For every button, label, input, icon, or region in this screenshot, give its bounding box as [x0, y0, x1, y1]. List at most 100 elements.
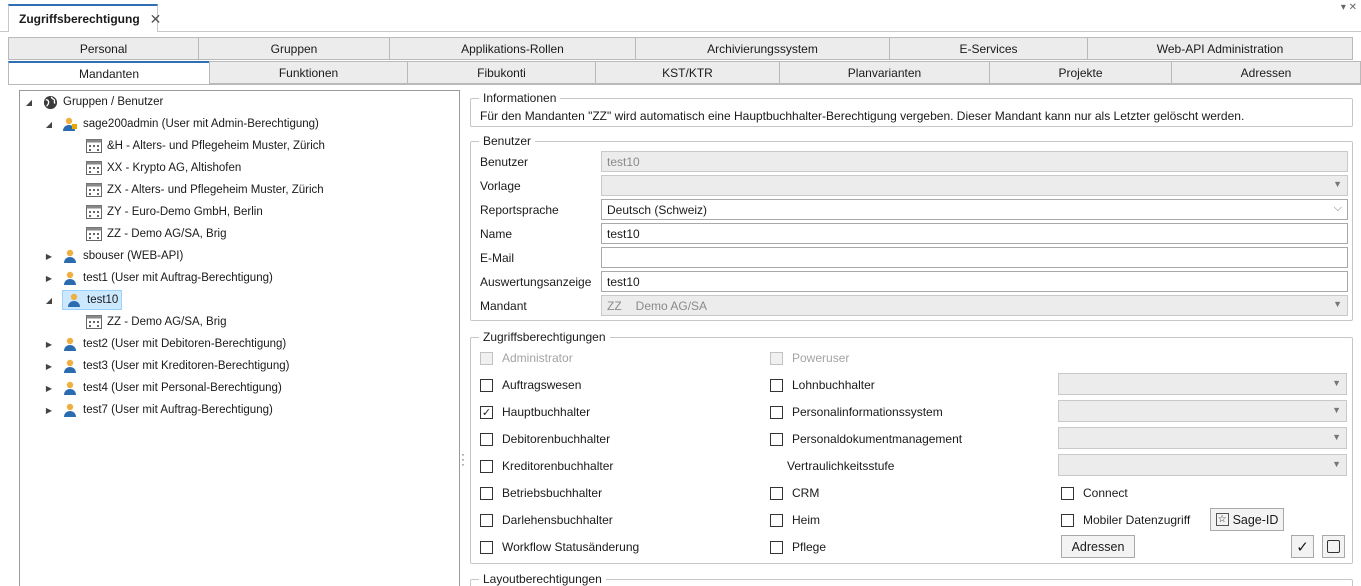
tab-archivierungssystem[interactable]: Archivierungssystem — [635, 37, 889, 60]
checkbox-box[interactable] — [480, 459, 493, 473]
reportsprache-select[interactable]: Deutsch (Schweiz) ⌵ — [601, 199, 1348, 220]
checkbox-label: Workflow Statusänderung — [502, 540, 640, 554]
tree-root[interactable]: ◢ Gruppen / Benutzer — [24, 91, 163, 113]
darlehensbuchhalter-checkbox[interactable]: Darlehensbuchhalter — [480, 511, 613, 529]
expand-arrow-icon[interactable]: ▶ — [44, 274, 54, 283]
tab-mandanten[interactable]: Mandanten — [8, 61, 209, 84]
crm-checkbox[interactable]: CRM — [770, 484, 819, 502]
check-icon: ✓ — [1296, 538, 1309, 556]
dropdown-arrow-icon: ▼ — [1333, 299, 1342, 309]
chevron-down-icon[interactable]: ⌵ — [1334, 202, 1342, 215]
tab-gruppen[interactable]: Gruppen — [198, 37, 389, 60]
tab-fibukonti[interactable]: Fibukonti — [407, 61, 595, 84]
connect-checkbox[interactable]: Connect — [1061, 484, 1128, 502]
tree-label: ZZ - Demo AG/SA, Brig — [107, 228, 227, 240]
expand-arrow-icon[interactable]: ▶ — [44, 384, 54, 393]
checkbox-box[interactable] — [770, 378, 783, 392]
user-icon — [62, 270, 78, 286]
globe-icon — [42, 94, 58, 110]
checkbox-box[interactable] — [770, 432, 783, 446]
chevron-down-icon[interactable]: ▾ ✕ — [1341, 2, 1357, 13]
debitorenbuchhalter-checkbox[interactable]: Debitorenbuchhalter — [480, 430, 610, 448]
tab-adressen[interactable]: Adressen — [1171, 61, 1361, 84]
tab-kst-ktr[interactable]: KST/KTR — [595, 61, 779, 84]
tab-funktionen[interactable]: Funktionen — [209, 61, 407, 84]
tab-applikations-rollen[interactable]: Applikations-Rollen — [389, 37, 635, 60]
tree-mandant[interactable]: ▸ ZX - Alters- und Pflegeheim Muster, Zü… — [68, 179, 324, 201]
expand-arrow-icon[interactable]: ◢ — [44, 296, 54, 305]
building-icon — [86, 314, 102, 330]
tab-projekte[interactable]: Projekte — [989, 61, 1171, 84]
checkbox-box[interactable] — [1061, 486, 1074, 500]
tree-user-test2[interactable]: ▶ test2 (User mit Debitoren-Berechtigung… — [44, 333, 286, 355]
email-field[interactable] — [601, 247, 1348, 268]
tree-mandant[interactable]: ▸ XX - Krypto AG, Altishofen — [68, 157, 241, 179]
tab-planvarianten[interactable]: Planvarianten — [779, 61, 989, 84]
lohnbuchhalter-checkbox[interactable]: Lohnbuchhalter — [770, 376, 875, 394]
hauptbuchhalter-checkbox[interactable]: ✓ Hauptbuchhalter — [480, 403, 590, 421]
doc-tab-zugriffsberechtigung[interactable]: Zugriffsberechtigung ✕ — [8, 4, 161, 32]
label-vorlage: Vorlage — [480, 179, 521, 193]
expand-arrow-icon[interactable]: ▶ — [44, 340, 54, 349]
user-icon — [62, 380, 78, 396]
expand-arrow-icon[interactable]: ▶ — [44, 406, 54, 415]
checkbox-box[interactable] — [480, 540, 493, 554]
personaldokumentmanagement-checkbox[interactable]: Personaldokumentmanagement — [770, 430, 962, 448]
checkbox-box[interactable] — [480, 378, 493, 392]
tab-web-api-administration[interactable]: Web-API Administration — [1087, 37, 1353, 60]
tree-mandant[interactable]: ▸ ZY - Euro-Demo GmbH, Berlin — [68, 201, 263, 223]
tree-user-test1[interactable]: ▶ test1 (User mit Auftrag-Berechtigung) — [44, 267, 273, 289]
select-all-button[interactable]: ✓ — [1291, 535, 1314, 558]
checkbox-box — [770, 351, 783, 365]
checkbox-box[interactable] — [480, 513, 493, 527]
mandant-code: ZZ — [607, 298, 622, 313]
tree-mandant[interactable]: ▸ &H - Alters- und Pflegeheim Muster, Zü… — [68, 135, 325, 157]
tree-label: &H - Alters- und Pflegeheim Muster, Züri… — [107, 140, 325, 152]
deselect-all-button[interactable] — [1322, 535, 1345, 558]
user-group-tree[interactable]: ◢ Gruppen / Benutzer ◢ sage200admin (Use… — [19, 90, 460, 586]
betriebsbuchhalter-checkbox[interactable]: Betriebsbuchhalter — [480, 484, 602, 502]
expand-arrow-icon[interactable]: ▶ — [44, 362, 54, 371]
mobiler-datenzugriff-checkbox[interactable]: Mobiler Datenzugriff — [1061, 511, 1190, 529]
checkbox-box[interactable] — [480, 432, 493, 446]
tree-label: ZY - Euro-Demo GmbH, Berlin — [107, 206, 263, 218]
tree-user-test7[interactable]: ▶ test7 (User mit Auftrag-Berechtigung) — [44, 399, 273, 421]
checkbox-box[interactable] — [770, 405, 783, 419]
auftragswesen-checkbox[interactable]: Auftragswesen — [480, 376, 581, 394]
adressen-button[interactable]: Adressen — [1061, 535, 1135, 558]
tree-user-test3[interactable]: ▶ test3 (User mit Kreditoren-Berechtigun… — [44, 355, 289, 377]
checkbox-box[interactable] — [1061, 513, 1074, 527]
checkbox-box[interactable] — [480, 486, 493, 500]
checkbox-box[interactable] — [770, 486, 783, 500]
expand-arrow-icon[interactable]: ◢ — [24, 98, 34, 107]
name-field[interactable]: test10 — [601, 223, 1348, 244]
tree-selected-item[interactable]: test10 — [62, 290, 123, 310]
heim-checkbox[interactable]: Heim — [770, 511, 820, 529]
tree-mandant[interactable]: ▸ ZZ - Demo AG/SA, Brig — [68, 223, 227, 245]
checkbox-box[interactable]: ✓ — [480, 405, 493, 419]
group-title: Benutzer — [479, 134, 536, 148]
expand-arrow-icon[interactable]: ▶ — [44, 252, 54, 261]
tree-mandant[interactable]: ▸ ZZ - Demo AG/SA, Brig — [68, 311, 227, 333]
kreditorenbuchhalter-checkbox[interactable]: Kreditorenbuchhalter — [480, 457, 613, 475]
sage-id-button[interactable]: ☆ Sage-ID — [1210, 508, 1284, 531]
tree-user-sbouser[interactable]: ▶ sbouser (WEB-API) — [44, 245, 183, 267]
tab-personal[interactable]: Personal — [8, 37, 198, 60]
checkbox-label: Darlehensbuchhalter — [502, 513, 613, 527]
tree-label: test2 (User mit Debitoren-Berechtigung) — [83, 338, 287, 350]
tree-user-test4[interactable]: ▶ test4 (User mit Personal-Berechtigung) — [44, 377, 282, 399]
workflow-statusaenderung-checkbox[interactable]: Workflow Statusänderung — [480, 538, 639, 556]
auswertungsanzeige-field[interactable]: test10 — [601, 271, 1348, 292]
expand-arrow-icon[interactable]: ◢ — [44, 120, 54, 129]
tree-label: sbouser (WEB-API) — [83, 250, 184, 262]
pflege-checkbox[interactable]: Pflege — [770, 538, 826, 556]
splitter-handle[interactable]: · · · — [461, 448, 465, 472]
tab-e-services[interactable]: E-Services — [889, 37, 1087, 60]
personalinformationssystem-checkbox[interactable]: Personalinformationssystem — [770, 403, 943, 421]
close-icon[interactable]: ✕ — [150, 11, 162, 28]
checkbox-box[interactable] — [770, 540, 783, 554]
checkbox-box[interactable] — [770, 513, 783, 527]
tree-user-test10[interactable]: ◢ test10 — [44, 289, 123, 311]
group-title: Informationen — [479, 91, 561, 105]
tree-user-admin[interactable]: ◢ sage200admin (User mit Admin-Berechtig… — [44, 113, 319, 135]
